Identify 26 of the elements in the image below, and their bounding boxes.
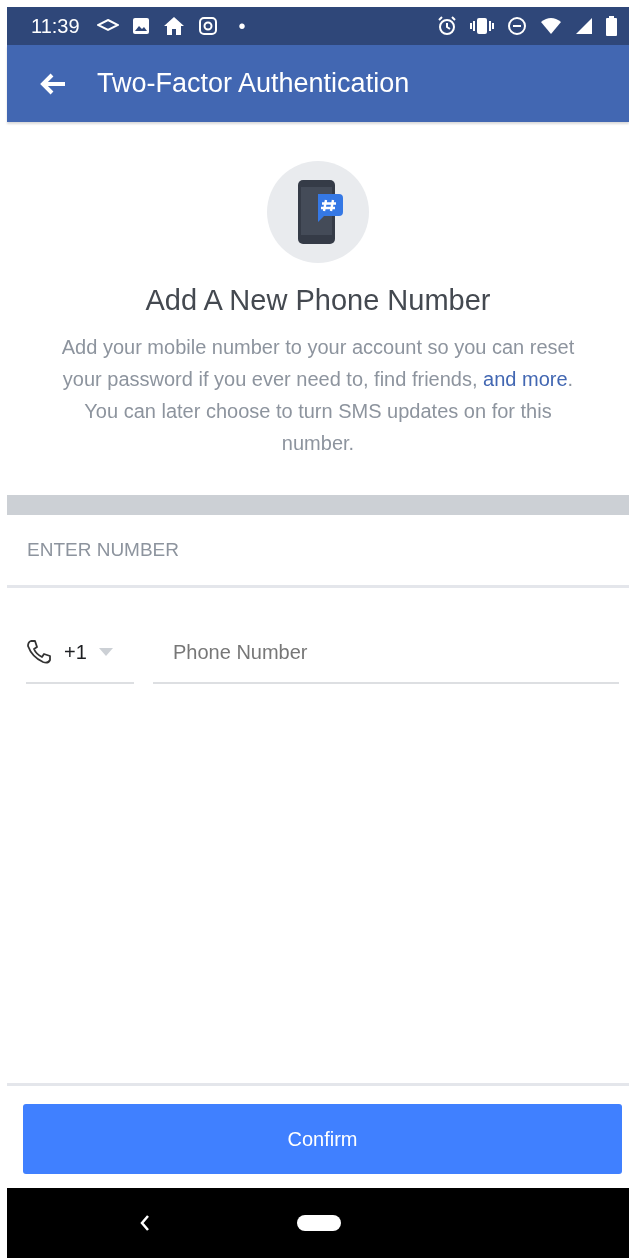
back-arrow-icon [39, 71, 67, 96]
home-icon [162, 16, 185, 36]
image-icon [131, 17, 150, 35]
screen-title: Two-Factor Authentication [97, 68, 410, 99]
do-not-disturb-icon [507, 16, 527, 36]
home-button[interactable] [297, 1215, 341, 1231]
description-text: Add your mobile number to your account so you can reset your password if you ever need to, find friends, and more. You can later choose to turn SMS updates on for this number. [60, 335, 576, 456]
vibrate-icon [470, 16, 494, 36]
alarm-icon [437, 16, 457, 36]
and-more-link[interactable]: and more [483, 368, 568, 390]
section-label: ENTER NUMBER [27, 539, 179, 561]
page-heading: Add A New Phone Number [145, 284, 491, 317]
phone-icon [26, 639, 52, 665]
battery-icon [606, 16, 617, 36]
status-time: 11:39 [31, 14, 80, 38]
country-code-dropdown[interactable]: +1 [26, 622, 134, 684]
layers-icon [96, 19, 119, 33]
notification-dot: • [238, 14, 246, 38]
phone-number-field[interactable]: Phone Number [153, 622, 619, 684]
caret-icon [98, 648, 113, 656]
wifi-icon [540, 17, 562, 35]
camera-icon [197, 16, 218, 36]
back-icon[interactable] [139, 1213, 151, 1233]
confirm-button[interactable]: Confirm [23, 1104, 622, 1174]
signal-icon [575, 17, 593, 35]
phone-message-icon [266, 160, 370, 264]
